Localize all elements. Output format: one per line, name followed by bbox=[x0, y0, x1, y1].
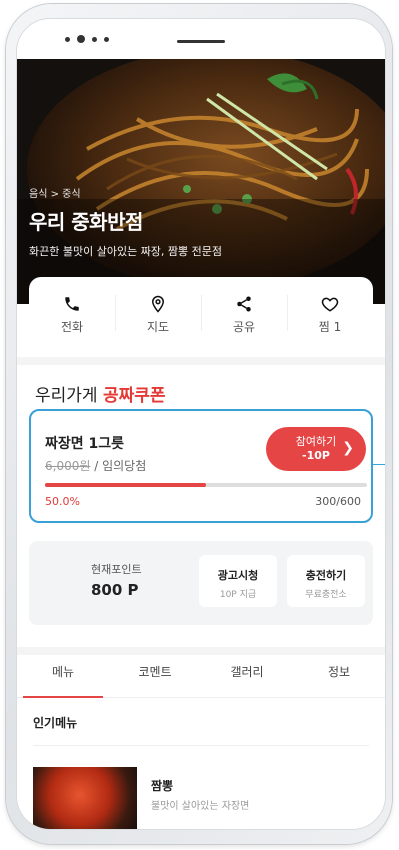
watch-ad-sub: 10P 지급 bbox=[219, 590, 257, 600]
dot bbox=[65, 36, 70, 42]
store-info: 음식 > 중식 우리 중화반점 화끈한 불맛이 살아있는 짜장, 짬뽕 전문점 bbox=[29, 185, 222, 259]
participant-count: 300/600 bbox=[315, 495, 361, 508]
map-button[interactable]: 지도 bbox=[115, 277, 201, 352]
call-button[interactable]: 전화 bbox=[29, 277, 115, 352]
coupon-title-highlight: 공짜쿠폰 bbox=[102, 386, 166, 406]
store-name: 우리 중화반점 bbox=[29, 210, 143, 234]
hero-image: 음식 > 중식 우리 중화반점 화끈한 불맛이 살아있는 짜장, 짬뽕 전문점 bbox=[17, 59, 385, 304]
camera-dots bbox=[65, 35, 109, 43]
tab-bar: 메뉴 코멘트 갤러리 정보 bbox=[17, 647, 385, 698]
callout-line bbox=[371, 464, 385, 465]
coupon-section-title: 우리가게 공짜쿠폰 bbox=[35, 381, 166, 406]
menu-item-name: 짬뽕 bbox=[151, 779, 174, 793]
charge-button[interactable]: 충전하기 무료충전소 bbox=[287, 555, 365, 607]
share-label: 공유 bbox=[232, 319, 256, 334]
share-icon bbox=[237, 296, 251, 311]
chevron-right-icon: ❯ bbox=[342, 440, 354, 456]
store-description: 화끈한 불맛이 살아있는 짜장, 짬뽕 전문점 bbox=[29, 245, 223, 258]
phone-frame: 음식 > 중식 우리 중화반점 화끈한 불맛이 살아있는 짜장, 짬뽕 전문점 … bbox=[6, 4, 392, 844]
join-button-text: 참여하기 -10P bbox=[296, 435, 336, 463]
map-pin-icon bbox=[151, 295, 165, 313]
screen: 음식 > 중식 우리 중화반점 화끈한 불맛이 살아있는 짜장, 짬뽕 전문점 … bbox=[16, 18, 386, 830]
draw-note: / 임의당첨 bbox=[90, 459, 147, 473]
coupon-price-line: 6,000원 / 임의당첨 bbox=[45, 457, 146, 474]
progress-percent: 50.0% bbox=[45, 495, 80, 508]
speaker-slot bbox=[177, 40, 225, 43]
favorite-label: 찜 1 bbox=[318, 319, 342, 334]
share-button[interactable]: 공유 bbox=[201, 277, 287, 352]
camera-dot bbox=[77, 35, 85, 43]
coupon-card[interactable]: 짜장면 1그릇 6,000원 / 임의당첨 참여하기 -10P ❯ 50.0% … bbox=[29, 409, 373, 523]
charge-sub: 무료충전소 bbox=[305, 590, 347, 600]
current-points-label: 현재포인트 bbox=[91, 563, 142, 576]
tab-menu[interactable]: 메뉴 bbox=[17, 655, 109, 698]
participation-progress-bar bbox=[45, 483, 367, 487]
points-panel: 현재포인트 800 P 광고시청 10P 지급 충전하기 무료충전소 bbox=[29, 541, 373, 625]
coupon-title-prefix: 우리가게 bbox=[35, 386, 103, 406]
phone-icon bbox=[65, 296, 79, 311]
heart-icon bbox=[321, 297, 339, 312]
dot bbox=[92, 36, 97, 42]
favorite-button[interactable]: 찜 1 bbox=[287, 277, 373, 352]
tab-gallery[interactable]: 갤러리 bbox=[201, 655, 293, 697]
section-divider bbox=[17, 357, 385, 365]
divider bbox=[33, 745, 369, 746]
join-label: 참여하기 bbox=[295, 435, 337, 448]
join-button[interactable]: 참여하기 -10P ❯ bbox=[266, 427, 366, 471]
tab-info[interactable]: 정보 bbox=[293, 655, 385, 697]
call-label: 전화 bbox=[60, 319, 84, 334]
tab-comments[interactable]: 코멘트 bbox=[109, 655, 201, 697]
current-points-value: 800 P bbox=[91, 581, 139, 599]
watch-ad-title: 광고시청 bbox=[217, 569, 259, 582]
progress-fill bbox=[45, 483, 206, 487]
action-bar: 전화 지도 공유 찜 1 bbox=[29, 277, 373, 352]
status-bar bbox=[17, 19, 385, 59]
menu-item-image bbox=[33, 767, 137, 829]
dot bbox=[104, 36, 109, 42]
original-price: 6,000원 bbox=[45, 459, 91, 473]
menu-item[interactable]: 짬뽕 불맛이 살아있는 자장면 bbox=[33, 759, 373, 829]
charge-title: 충전하기 bbox=[305, 569, 347, 582]
map-label: 지도 bbox=[146, 319, 170, 334]
category-breadcrumb[interactable]: 음식 > 중식 bbox=[29, 185, 222, 200]
noodle-dish-image bbox=[17, 59, 385, 304]
menu-item-description: 불맛이 살아있는 자장면 bbox=[151, 801, 250, 812]
join-cost: -10P bbox=[302, 449, 330, 462]
coupon-item-name: 짜장면 1그릇 bbox=[45, 436, 125, 452]
popular-menu-title: 인기메뉴 bbox=[33, 716, 78, 730]
watch-ad-button[interactable]: 광고시청 10P 지급 bbox=[199, 555, 277, 607]
